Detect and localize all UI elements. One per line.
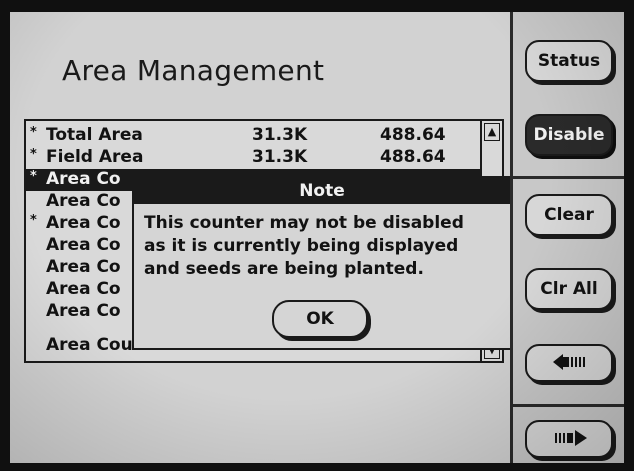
counter-value-1: 31.3K	[252, 147, 308, 167]
dialog-title: Note	[134, 178, 510, 204]
arrow-left-icon	[553, 354, 585, 370]
counter-name: Area Co	[46, 279, 121, 299]
divider	[513, 176, 624, 179]
next-page-button[interactable]	[525, 420, 613, 458]
counter-value-2: 488.64	[380, 125, 446, 145]
clear-button[interactable]: Clear	[525, 194, 613, 236]
dialog-message: This counter may not be disabled as it i…	[144, 212, 504, 281]
divider	[513, 404, 624, 407]
counter-name: Area Co	[46, 213, 121, 233]
counter-name: Area Co	[46, 235, 121, 255]
counter-name: Area Co	[46, 191, 121, 211]
note-dialog: Note This counter may not be disabled as…	[132, 176, 512, 350]
counter-name: Total Area	[46, 125, 143, 145]
counter-value-1: 31.3K	[252, 125, 308, 145]
counter-value-2: 488.64	[380, 147, 446, 167]
disable-button[interactable]: Disable	[525, 114, 613, 156]
page-title: Area Management	[62, 54, 325, 87]
status-button[interactable]: Status	[525, 40, 613, 82]
dialog-message-line: This counter may not be disabled	[144, 213, 464, 233]
clear-all-button[interactable]: Clr All	[525, 268, 613, 310]
counter-name: Field Area	[46, 147, 144, 167]
side-button-panel: Status Disable Clear Clr All	[510, 12, 624, 463]
device-bezel: Area Management * Total Area 31.3K 488.6…	[0, 0, 634, 471]
dialog-message-line: as it is currently being displayed	[144, 236, 459, 256]
arrow-right-icon	[555, 430, 587, 446]
list-item[interactable]: * Total Area 31.3K 488.64	[26, 125, 486, 147]
active-marker: *	[30, 169, 37, 184]
screen: Area Management * Total Area 31.3K 488.6…	[10, 12, 624, 463]
dialog-message-line: and seeds are being planted.	[144, 259, 424, 279]
active-marker: *	[30, 125, 37, 140]
scroll-up-button[interactable]: ▲	[484, 123, 500, 141]
active-marker: *	[30, 147, 37, 162]
counter-name: Area Co	[46, 169, 121, 189]
main-panel: Area Management * Total Area 31.3K 488.6…	[10, 12, 512, 463]
counter-name: Area Co	[46, 301, 121, 321]
list-item[interactable]: * Field Area 31.3K 488.64	[26, 147, 486, 169]
ok-button[interactable]: OK	[272, 300, 368, 338]
active-marker: *	[30, 213, 37, 228]
previous-page-button[interactable]	[525, 344, 613, 382]
counter-name: Area Co	[46, 257, 121, 277]
